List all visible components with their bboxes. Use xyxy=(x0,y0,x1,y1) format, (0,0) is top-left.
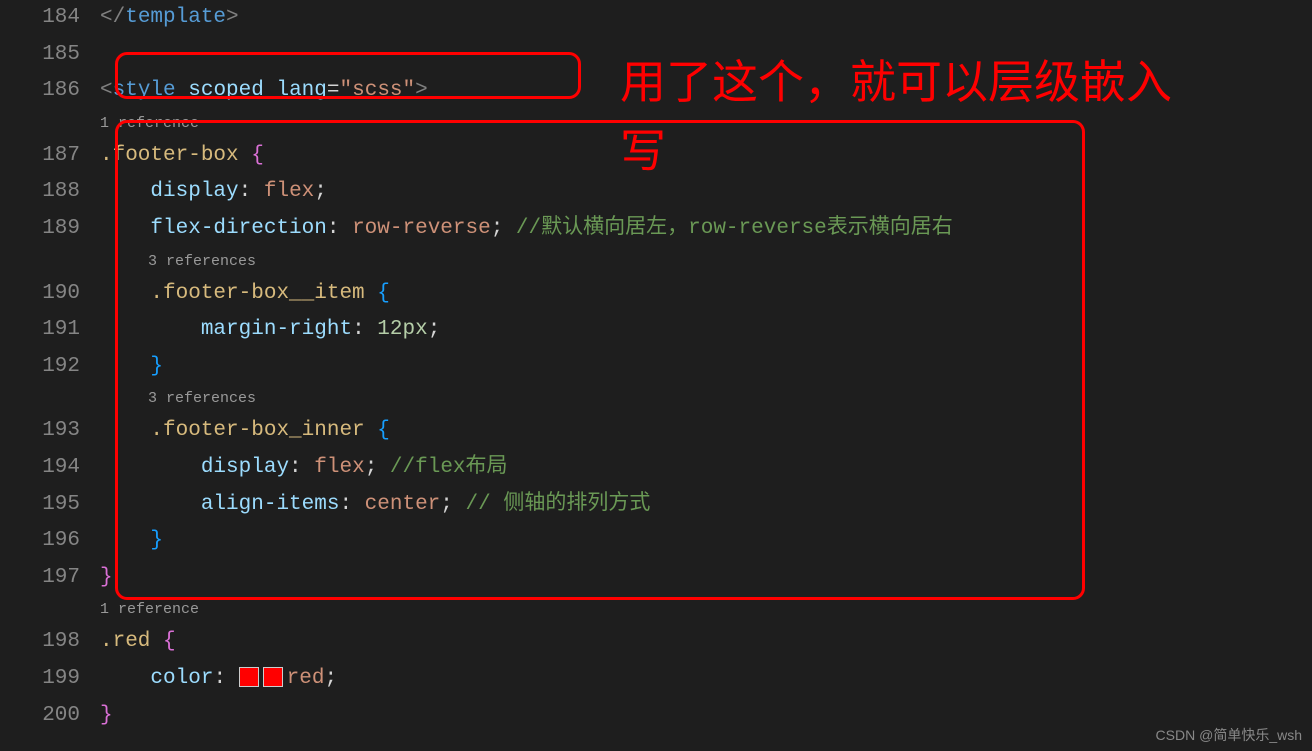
code-line: .footer-box__item { xyxy=(100,276,1312,313)
code-line: align-items: center; // 侧轴的排列方式 xyxy=(100,487,1312,524)
code-area[interactable]: </template> <style scoped lang="scss"> 1… xyxy=(100,0,1312,751)
gutter-spacer xyxy=(0,596,80,624)
line-number: 196 xyxy=(0,523,80,560)
code-line: } xyxy=(100,560,1312,597)
code-line: .red { xyxy=(100,624,1312,661)
code-line: display: flex; //flex布局 xyxy=(100,450,1312,487)
gutter-spacer xyxy=(0,110,80,138)
code-line xyxy=(100,37,1312,74)
code-line: .footer-box { xyxy=(100,138,1312,175)
color-swatch-icon[interactable] xyxy=(263,667,283,687)
code-line: } xyxy=(100,349,1312,386)
code-line: } xyxy=(100,523,1312,560)
code-line: } xyxy=(100,698,1312,735)
line-number: 197 xyxy=(0,560,80,597)
codelens-references[interactable]: 3 references xyxy=(100,385,1312,413)
code-line: <style scoped lang="scss"> xyxy=(100,73,1312,110)
code-line: display: flex; xyxy=(100,174,1312,211)
line-number: 199 xyxy=(0,661,80,698)
code-line: color: red; xyxy=(100,661,1312,698)
line-number: 192 xyxy=(0,349,80,386)
line-number: 200 xyxy=(0,698,80,735)
code-line: flex-direction: row-reverse; //默认横向居左，ro… xyxy=(100,211,1312,248)
line-number: 185 xyxy=(0,37,80,74)
codelens-references[interactable]: 1 reference xyxy=(100,596,1312,624)
gutter-spacer xyxy=(0,385,80,413)
line-number: 194 xyxy=(0,450,80,487)
line-number-gutter: 184 185 186 187 188 189 190 191 192 193 … xyxy=(0,0,100,751)
line-number: 186 xyxy=(0,73,80,110)
line-number: 191 xyxy=(0,312,80,349)
code-line: margin-right: 12px; xyxy=(100,312,1312,349)
code-line: </template> xyxy=(100,0,1312,37)
line-number: 188 xyxy=(0,174,80,211)
line-number: 195 xyxy=(0,487,80,524)
line-number: 190 xyxy=(0,276,80,313)
codelens-references[interactable]: 3 references xyxy=(100,248,1312,276)
color-swatch-icon[interactable] xyxy=(239,667,259,687)
line-number: 184 xyxy=(0,0,80,37)
line-number: 189 xyxy=(0,211,80,248)
code-editor[interactable]: 184 185 186 187 188 189 190 191 192 193 … xyxy=(0,0,1312,751)
line-number: 198 xyxy=(0,624,80,661)
codelens-references[interactable]: 1 reference xyxy=(100,110,1312,138)
gutter-spacer xyxy=(0,248,80,276)
code-line: .footer-box_inner { xyxy=(100,413,1312,450)
line-number: 187 xyxy=(0,138,80,175)
line-number: 193 xyxy=(0,413,80,450)
watermark: CSDN @简单快乐_wsh xyxy=(1156,725,1302,745)
